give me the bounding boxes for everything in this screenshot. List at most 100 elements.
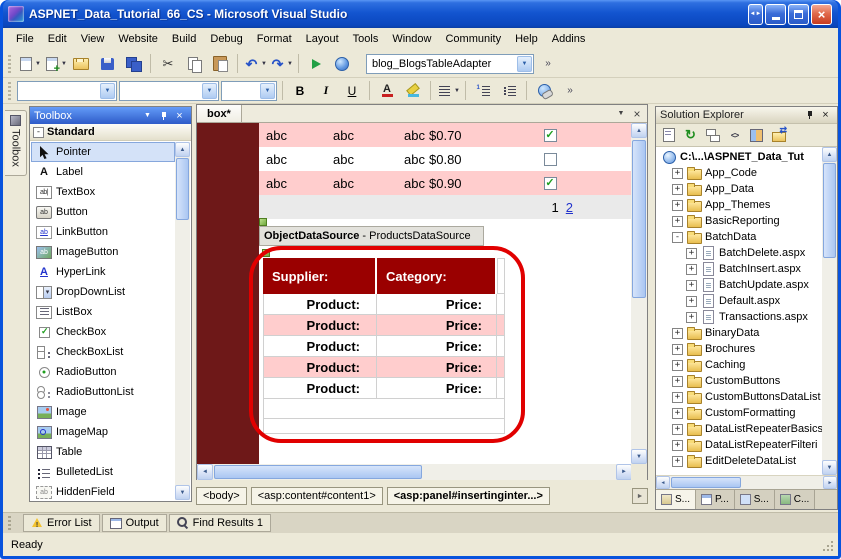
tree-item[interactable]: +App_Themes — [656, 197, 822, 213]
solution-explorer-scrollbar[interactable]: ▲ ▼ — [822, 147, 837, 475]
scroll-thumb[interactable] — [671, 477, 741, 488]
save-button[interactable] — [95, 53, 119, 75]
close-icon[interactable]: × — [172, 109, 187, 123]
resize-grip[interactable] — [820, 538, 834, 552]
row-checkbox[interactable] — [544, 153, 557, 166]
hyperlink-button[interactable] — [532, 80, 556, 102]
toolbar-grip[interactable] — [8, 55, 11, 73]
toolbox-item-table[interactable]: Table — [31, 442, 175, 462]
menu-window[interactable]: Window — [385, 30, 438, 48]
panel-tab-properties-window[interactable]: P... — [696, 490, 735, 509]
tree-item[interactable]: C:\...\ASPNET_Data_Tut — [656, 149, 822, 165]
toolbar-options-button[interactable]: » — [536, 53, 560, 75]
design-horizontal-scrollbar[interactable]: ◄ ► — [197, 464, 632, 480]
combobox-dropdown-icon[interactable]: ▼ — [100, 83, 115, 99]
expand-icon[interactable]: + — [672, 456, 683, 467]
tree-item[interactable]: +BatchUpdate.aspx — [656, 277, 822, 293]
open-file-button[interactable] — [69, 53, 93, 75]
expand-icon[interactable]: + — [672, 424, 683, 435]
expand-icon[interactable]: + — [672, 216, 683, 227]
toolbox-item-radiobutton[interactable]: RadioButton — [31, 362, 175, 382]
menu-view[interactable]: View — [74, 30, 112, 48]
solution-explorer-header[interactable]: Solution Explorer × — [656, 107, 837, 124]
menu-community[interactable]: Community — [438, 30, 508, 48]
properties-button[interactable] — [658, 126, 679, 145]
toolbox-item-imagebutton[interactable]: ImageButton — [31, 242, 175, 262]
close-icon[interactable]: × — [818, 108, 833, 122]
highlight-button[interactable] — [401, 80, 425, 102]
tag-nav-item[interactable]: <asp:content#content1> — [251, 487, 383, 505]
italic-button[interactable]: I — [314, 80, 338, 102]
nest-related-files-button[interactable] — [702, 126, 723, 145]
expand-icon[interactable]: + — [672, 168, 683, 179]
toolbox-item-radiobuttonlist[interactable]: RadioButtonList — [31, 382, 175, 402]
objectdatasource-control[interactable]: ObjectDataSource - ProductsDataSource — [259, 226, 484, 246]
expand-icon[interactable]: + — [686, 280, 697, 291]
toolbox-item-pointer[interactable]: Pointer — [31, 142, 175, 162]
combobox-dropdown-icon[interactable]: ▼ — [260, 83, 275, 99]
scroll-thumb[interactable] — [632, 140, 646, 298]
restore-button[interactable] — [788, 4, 809, 25]
expand-icon[interactable]: + — [686, 248, 697, 259]
minimize-button[interactable] — [765, 4, 786, 25]
toolbox-section-standard[interactable]: - Standard — [30, 124, 191, 141]
scroll-right-icon[interactable]: ► — [616, 464, 632, 480]
menu-tools[interactable]: Tools — [346, 30, 386, 48]
tree-item[interactable]: +BasicReporting — [656, 213, 822, 229]
start-debug-button[interactable] — [304, 53, 328, 75]
undo-button[interactable]: ▼ — [243, 53, 267, 75]
toolbox-item-hiddenfield[interactable]: HiddenField — [31, 482, 175, 500]
bottom-tab-find-results[interactable]: Find Results 1 — [169, 514, 271, 532]
tag-nav-item[interactable]: <body> — [196, 487, 247, 505]
toolbox-item-button[interactable]: Button — [31, 202, 175, 222]
pin-icon[interactable] — [156, 109, 171, 123]
view-designer-button[interactable] — [746, 126, 767, 145]
window-position-icon[interactable]: ▼ — [140, 109, 155, 123]
debug-target-combobox[interactable]: blog_BlogsTableAdapter ▼ — [366, 54, 534, 74]
close-button[interactable]: × — [811, 4, 832, 25]
bottom-tab-error-list[interactable]: Error List — [23, 514, 100, 532]
save-all-button[interactable] — [121, 53, 145, 75]
tree-item[interactable]: +Default.aspx — [656, 293, 822, 309]
tree-item[interactable]: +BatchInsert.aspx — [656, 261, 822, 277]
toolbox-item-textbox[interactable]: TextBox — [31, 182, 175, 202]
scroll-left-icon[interactable]: ◄ — [197, 464, 213, 480]
tab-list-dropdown-icon[interactable]: ▼ — [614, 107, 628, 121]
toolbox-item-imagemap[interactable]: ImageMap — [31, 422, 175, 442]
panel-tab-class-view[interactable]: C... — [775, 490, 816, 509]
add-item-button[interactable]: ▼ — [43, 53, 67, 75]
expand-icon[interactable]: + — [672, 328, 683, 339]
pin-icon[interactable] — [802, 108, 817, 122]
tree-item[interactable]: +BinaryData — [656, 325, 822, 341]
design-canvas[interactable]: abcabcabc$0.70✓abcabcabc$0.80abcabcabc$0… — [197, 123, 647, 464]
scroll-left-icon[interactable]: ◄ — [656, 476, 670, 489]
tree-item[interactable]: +CustomFormatting — [656, 405, 822, 421]
target-rule-combobox[interactable]: ▼ — [17, 81, 117, 101]
copy-button[interactable] — [182, 53, 206, 75]
paste-button[interactable] — [208, 53, 232, 75]
expand-icon[interactable]: + — [672, 200, 683, 211]
expand-icon[interactable]: + — [686, 312, 697, 323]
numbered-list-button[interactable] — [471, 80, 495, 102]
scroll-down-icon[interactable]: ▼ — [822, 460, 837, 475]
menu-addins[interactable]: Addins — [545, 30, 593, 48]
tree-item[interactable]: +Caching — [656, 357, 822, 373]
expand-icon[interactable]: + — [672, 408, 683, 419]
tree-item[interactable]: +Transactions.aspx — [656, 309, 822, 325]
scroll-up-icon[interactable]: ▲ — [822, 147, 837, 162]
title-bar[interactable]: ASPNET_Data_Tutorial_66_CS - Microsoft V… — [3, 0, 838, 28]
pager-link[interactable]: 2 — [566, 200, 573, 215]
copy-website-button[interactable] — [768, 126, 789, 145]
row-checkbox-checked[interactable]: ✓ — [544, 129, 557, 142]
menu-edit[interactable]: Edit — [41, 30, 74, 48]
menu-layout[interactable]: Layout — [299, 30, 346, 48]
tree-item[interactable]: +DataListRepeaterFilteri — [656, 437, 822, 453]
scroll-thumb[interactable] — [823, 163, 836, 258]
close-document-icon[interactable]: × — [630, 107, 644, 121]
tree-item[interactable]: +EditDeleteDataList — [656, 453, 822, 469]
inserting-interface-table[interactable]: Supplier:Category: Product:Price:Product… — [263, 258, 505, 434]
gridview-control[interactable]: abcabcabc$0.70✓abcabcabc$0.80abcabcabc$0… — [259, 123, 631, 219]
underline-button[interactable]: U — [340, 80, 364, 102]
redo-button[interactable]: ▼ — [269, 53, 293, 75]
pane-switch-button[interactable]: ◄► — [748, 4, 763, 25]
